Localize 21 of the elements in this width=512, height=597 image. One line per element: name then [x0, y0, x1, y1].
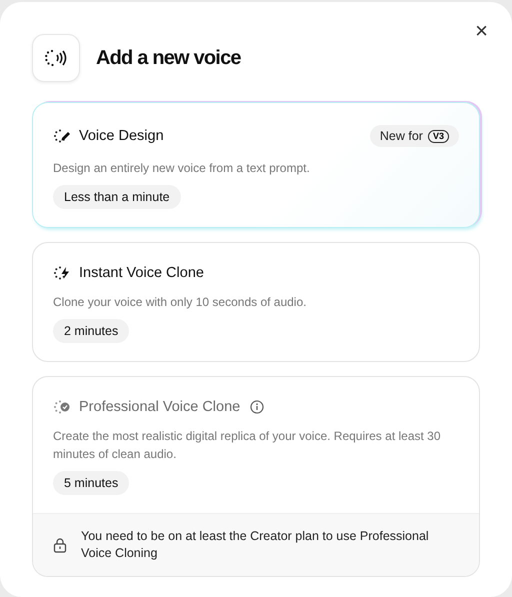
- option-title: Professional Voice Clone: [79, 399, 240, 415]
- option-description: Design an entirely new voice from a text prompt.: [53, 160, 311, 177]
- lock-icon: [53, 537, 67, 553]
- option-description: Clone your voice with only 10 seconds of audio.: [53, 294, 308, 311]
- voice-option-card[interactable]: Instant Voice Clone Clone your voice with only 10 seconds of audio. 2 minutes: [32, 242, 480, 362]
- close-button[interactable]: ×: [471, 20, 492, 42]
- notice-text: You need to be on at least the Creator plan to use Professional Voice Cloning: [81, 528, 430, 562]
- option-description: Create the most realistic digital replica of your voice. Requires at least 30 minutes of clean audio.: [53, 428, 442, 463]
- pen-icon: [53, 128, 71, 144]
- voice-option-card[interactable]: Voice Design New for V3 Design an entirely new voice from a text prompt. Less than a minute: [32, 102, 480, 228]
- duration-chip: Less than a minute: [53, 185, 181, 209]
- lightning-icon: [53, 265, 71, 281]
- badge-text: New for: [380, 129, 423, 143]
- version-tag: V3: [428, 130, 449, 142]
- duration-chip: 2 minutes: [53, 319, 130, 343]
- option-title: Instant Voice Clone: [79, 265, 204, 281]
- voice-logo-icon: [32, 34, 80, 82]
- dialog-title: Add a new voice: [96, 46, 241, 70]
- badge-icon: [53, 399, 71, 415]
- option-title: Voice Design: [79, 128, 164, 144]
- duration-chip: 5 minutes: [53, 471, 130, 495]
